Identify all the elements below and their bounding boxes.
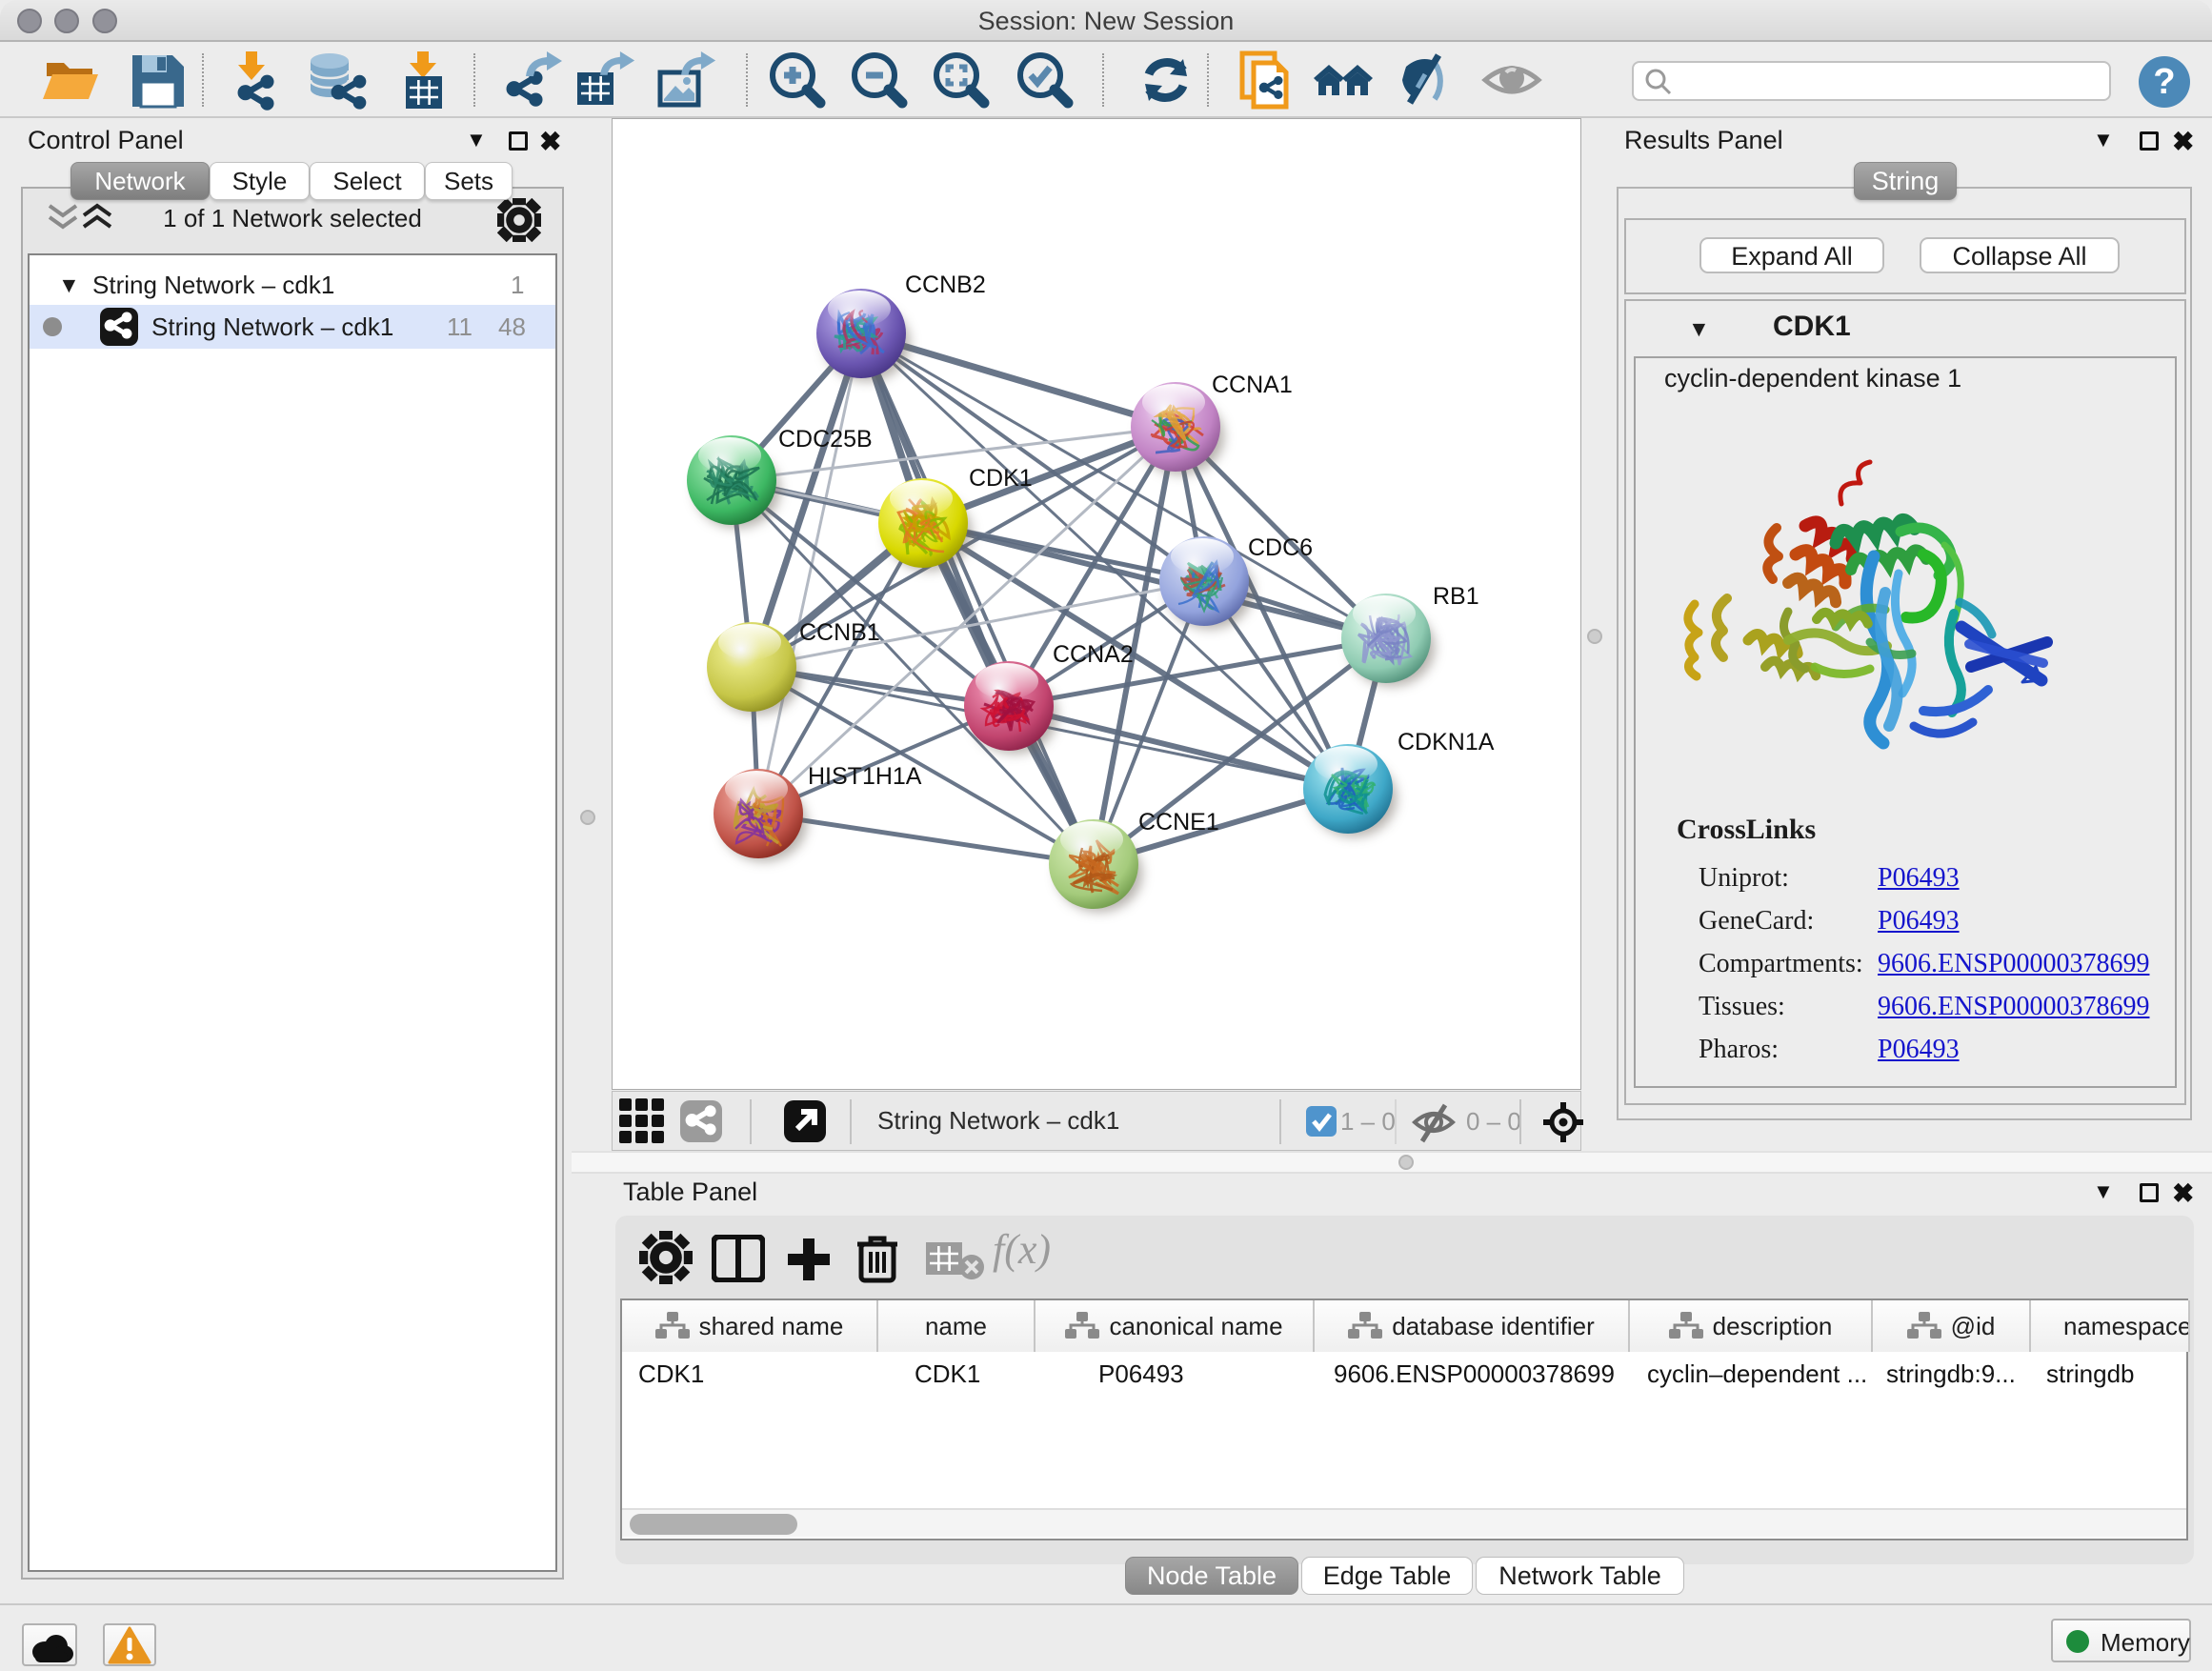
svg-text:CDK1: CDK1 (969, 465, 1033, 492)
svg-text:CDKN1A: CDKN1A (1398, 729, 1495, 755)
svg-text:RB1: RB1 (1433, 583, 1479, 610)
svg-text:CDC25B: CDC25B (778, 426, 873, 453)
svg-text:CDC6: CDC6 (1248, 534, 1313, 561)
svg-text:CCNA2: CCNA2 (1053, 641, 1134, 668)
svg-text:HIST1H1A: HIST1H1A (808, 763, 922, 790)
svg-text:CCNE1: CCNE1 (1138, 809, 1219, 836)
svg-text:CCNB1: CCNB1 (799, 619, 880, 646)
svg-text:CCNA1: CCNA1 (1212, 372, 1293, 398)
svg-text:CCNB2: CCNB2 (905, 272, 986, 298)
svg-text:?: ? (2153, 62, 2175, 102)
